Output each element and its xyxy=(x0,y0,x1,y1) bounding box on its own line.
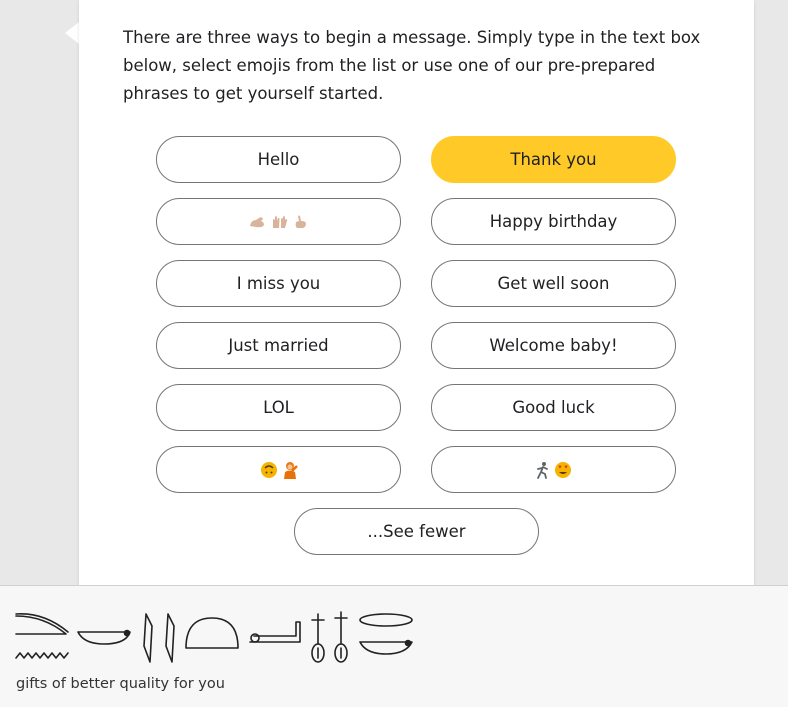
intro-text: There are three ways to begin a message.… xyxy=(123,28,701,103)
phrase-thank-you-button[interactable]: Thank you xyxy=(431,136,676,183)
emoji-set-1-button[interactable] xyxy=(156,198,401,245)
phrase-hello-button[interactable]: Hello xyxy=(156,136,401,183)
footer-tagline: gifts of better quality for you xyxy=(16,676,225,692)
see-fewer-button[interactable]: ...See fewer xyxy=(294,508,539,555)
emoji-group xyxy=(249,215,309,229)
emoji-group xyxy=(536,461,572,479)
flexed-arm-icon xyxy=(249,216,264,227)
phrase-good-luck-button[interactable]: Good luck xyxy=(431,384,676,431)
pointing-hand-icon xyxy=(295,215,306,228)
heart-eyes-face-icon xyxy=(554,461,571,478)
emoji-set-3-button[interactable] xyxy=(431,446,676,493)
card-pointer xyxy=(65,22,79,44)
hieroglyph-translation-icon xyxy=(15,611,413,663)
person-gesturing-icon xyxy=(283,461,298,479)
emoji-group xyxy=(260,461,298,479)
raised-hands-icon xyxy=(272,215,287,228)
phrase-happy-birthday-button[interactable]: Happy birthday xyxy=(431,198,676,245)
phrase-welcome-baby-button[interactable]: Welcome baby! xyxy=(431,322,676,369)
phrase-just-married-button[interactable]: Just married xyxy=(156,322,401,369)
person-running-icon xyxy=(536,461,548,479)
phrase-lol-button[interactable]: LOL xyxy=(156,384,401,431)
emoji-set-2-button[interactable] xyxy=(156,446,401,493)
upside-down-face-icon xyxy=(260,461,277,478)
phrase-get-well-soon-button[interactable]: Get well soon xyxy=(431,260,676,307)
phrase-i-miss-you-button[interactable]: I miss you xyxy=(156,260,401,307)
